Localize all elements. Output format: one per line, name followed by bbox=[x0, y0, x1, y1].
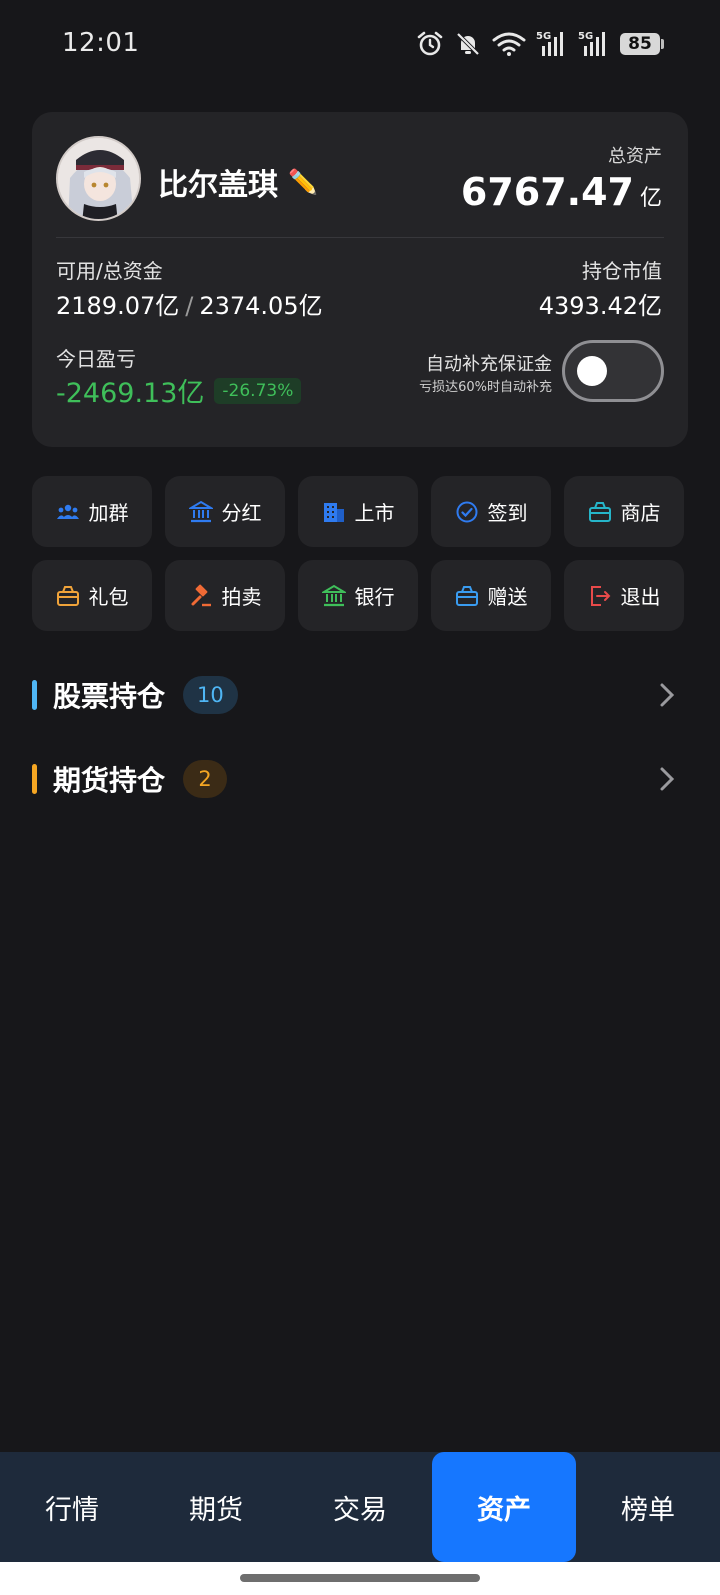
position-value-label: 持仓市值 bbox=[582, 259, 662, 283]
logout-label: 退出 bbox=[620, 585, 661, 609]
gift-icon bbox=[455, 585, 478, 606]
signal-5g-icon: 5G bbox=[536, 31, 563, 56]
wifi-icon bbox=[492, 32, 526, 56]
bank-label: 银行 bbox=[354, 585, 395, 609]
alarm-icon bbox=[417, 31, 443, 56]
tab-leaderboard[interactable]: 榜单 bbox=[576, 1452, 720, 1562]
dividend-button[interactable]: 分红 bbox=[165, 476, 285, 547]
today-pnl: -2469.13亿 -26.73% bbox=[56, 371, 302, 410]
username: 比尔盖琪 ✏️ bbox=[158, 160, 318, 204]
chevron-right-icon bbox=[660, 683, 675, 707]
listing-label: 上市 bbox=[354, 501, 395, 525]
check-circle-icon bbox=[456, 501, 477, 522]
auto-margin-subtitle: 亏损达60%时自动补充 bbox=[419, 380, 552, 395]
auto-margin-toggle[interactable] bbox=[562, 340, 664, 402]
available-funds-value: 2189.07亿 bbox=[56, 292, 180, 320]
auto-margin-title: 自动补充保证金 bbox=[426, 354, 552, 375]
tab-futures[interactable]: 期货 bbox=[144, 1452, 288, 1562]
battery-level: 85 bbox=[620, 33, 660, 55]
stock-holdings-count-badge: 10 bbox=[183, 676, 238, 714]
auction-label: 拍卖 bbox=[221, 585, 262, 609]
bell-muted-icon bbox=[456, 32, 480, 56]
futures-holdings-count-badge: 2 bbox=[183, 760, 228, 798]
toggle-knob bbox=[577, 356, 607, 386]
today-pnl-value: -2469.13亿 bbox=[56, 378, 205, 409]
building-icon bbox=[323, 502, 344, 522]
check-in-label: 签到 bbox=[487, 501, 528, 525]
funds-separator: / bbox=[185, 292, 194, 320]
gift-pack-label: 礼包 bbox=[88, 585, 129, 609]
available-funds-label: 可用/总资金 bbox=[56, 259, 163, 283]
gavel-icon bbox=[191, 584, 211, 606]
position-value: 4393.42亿 bbox=[538, 292, 662, 320]
listing-button[interactable]: 上市 bbox=[298, 476, 418, 547]
bank-button[interactable]: 银行 bbox=[298, 560, 418, 631]
bank-icon bbox=[321, 584, 346, 606]
futures-holdings-accent bbox=[32, 764, 37, 794]
tab-trade[interactable]: 交易 bbox=[288, 1452, 432, 1562]
shop-button[interactable]: 商店 bbox=[564, 476, 684, 547]
total-assets: 6767.47 亿 bbox=[461, 170, 662, 214]
futures-holdings-row[interactable]: 期货持仓 2 bbox=[32, 758, 688, 800]
gift-box-icon bbox=[56, 585, 79, 606]
battery-icon: 85 bbox=[620, 33, 664, 55]
username-text: 比尔盖琪 bbox=[158, 168, 278, 203]
bank-icon bbox=[188, 500, 213, 522]
join-group-label: 加群 bbox=[88, 501, 129, 525]
check-in-button[interactable]: 签到 bbox=[431, 476, 551, 547]
profile-card: 比尔盖琪 ✏️ 总资产 6767.47 亿 可用/总资金 2189.07亿/23… bbox=[32, 112, 688, 447]
tab-market[interactable]: 行情 bbox=[0, 1452, 144, 1562]
pencil-icon[interactable]: ✏️ bbox=[288, 168, 318, 196]
total-funds-value: 2374.05亿 bbox=[199, 292, 323, 320]
signal-5g-icon: 5G bbox=[578, 31, 605, 56]
total-assets-label: 总资产 bbox=[608, 146, 662, 167]
total-assets-unit: 亿 bbox=[639, 186, 662, 211]
home-indicator[interactable] bbox=[240, 1574, 480, 1582]
status-icons: 5G 5G 85 bbox=[416, 30, 664, 58]
tab-assets[interactable]: 资产 bbox=[432, 1452, 576, 1562]
futures-holdings-title: 期货持仓 bbox=[53, 764, 166, 797]
gift-send-label: 赠送 bbox=[487, 585, 528, 609]
gift-pack-button[interactable]: 礼包 bbox=[32, 560, 152, 631]
avatar[interactable] bbox=[56, 136, 141, 221]
shop-label: 商店 bbox=[620, 501, 661, 525]
today-pnl-label: 今日盈亏 bbox=[56, 347, 136, 371]
dividend-label: 分红 bbox=[221, 501, 262, 525]
today-pnl-percent-badge: -26.73% bbox=[214, 377, 302, 404]
stock-holdings-row[interactable]: 股票持仓 10 bbox=[32, 674, 688, 716]
gift-send-button[interactable]: 赠送 bbox=[431, 560, 551, 631]
status-bar: 12:01 5G 5G 85 bbox=[0, 0, 720, 90]
logout-button[interactable]: 退出 bbox=[564, 560, 684, 631]
stock-holdings-title: 股票持仓 bbox=[53, 680, 166, 713]
divider bbox=[56, 237, 664, 238]
auction-button[interactable]: 拍卖 bbox=[165, 560, 285, 631]
svg-text:5G: 5G bbox=[536, 31, 551, 42]
available-funds: 2189.07亿/2374.05亿 bbox=[56, 286, 323, 321]
svg-text:5G: 5G bbox=[578, 31, 593, 42]
logout-icon bbox=[590, 585, 610, 606]
group-icon bbox=[56, 504, 79, 519]
action-grid: 加群 分红 上市 签到 商店 礼包 拍卖 银行 赠送 退出 bbox=[32, 476, 688, 631]
stock-holdings-accent bbox=[32, 680, 37, 710]
chevron-right-icon bbox=[660, 767, 675, 791]
status-time: 12:01 bbox=[62, 28, 140, 58]
join-group-button[interactable]: 加群 bbox=[32, 476, 152, 547]
bottom-nav: 行情 期货 交易 资产 榜单 bbox=[0, 1452, 720, 1562]
total-assets-value: 6767.47 bbox=[460, 170, 634, 214]
shop-icon bbox=[588, 501, 611, 522]
